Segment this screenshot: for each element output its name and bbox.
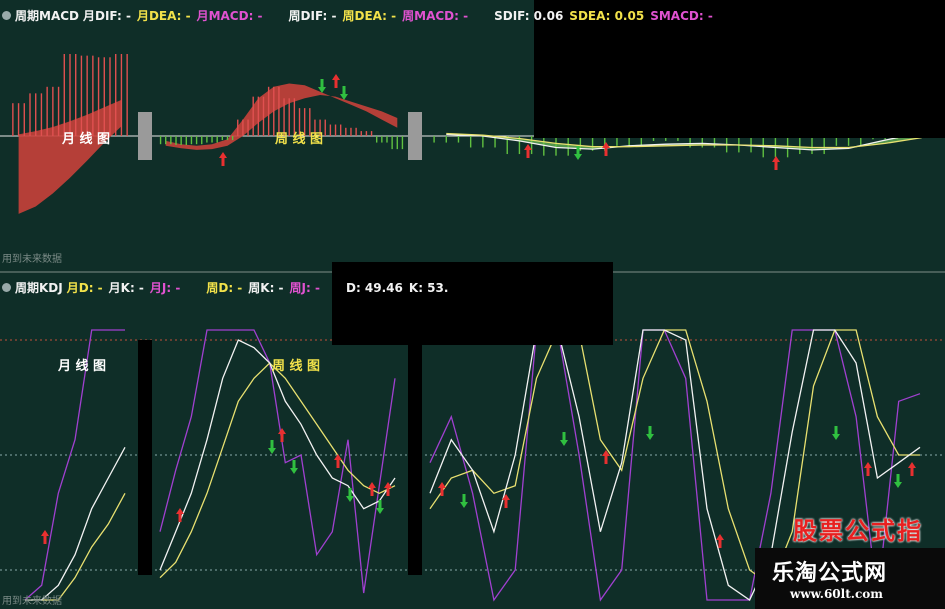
kdj-header-item-1: 月K: - — [108, 280, 144, 295]
macd-header-item-5: 周MACD: - — [402, 8, 469, 23]
kdj-separator-2 — [408, 345, 422, 575]
kdj-header-item-0: 月D: - — [66, 280, 103, 295]
macd-header-item-6: SDIF: 0.06 — [494, 8, 564, 23]
watermark-url: www.60lt.com — [790, 587, 883, 601]
macd-header-item-3: 周DIF: - — [288, 8, 337, 23]
month-kdj-label: 月 线 图 — [57, 358, 106, 374]
month-macd-label: 月 线 图 — [61, 131, 110, 147]
macd-header-item-4: 周DEA: - — [342, 8, 397, 23]
macd-header-item-7: SDEA: 0.05 — [569, 8, 645, 23]
week-kdj-label: 周 线 图 — [272, 358, 320, 374]
macd-header-items: 月DIF: - 月DEA: - 月MACD: - 周DIF: - 周DEA: - 周MAC… — [83, 7, 719, 24]
macd-separator-1 — [138, 112, 152, 160]
future-data-note-bottom: 用到未来数据 — [2, 596, 62, 607]
indicator-badge-icon — [2, 282, 11, 292]
kdj-header-item-7: K: 53. — [408, 280, 449, 295]
kdj-header-items: 月D: - 月K: - 月J: - 周D: - 周K: - 周J: - D: 49.46 K:… — [67, 279, 455, 296]
macd-header-item-2: 月MACD: - — [196, 8, 263, 23]
macd-header-item-8: SMACD: - — [650, 8, 713, 23]
kdj-separator-1 — [138, 340, 152, 575]
macd-header: 周期MACD 月DIF: - 月DEA: - 月MACD: - 周DIF: - 周DEA… — [0, 4, 723, 26]
watermark-title: 乐淘公式网 — [772, 560, 888, 586]
kdj-header-item-3: 周D: - — [206, 280, 243, 295]
kdj-header-item-6: D: 49.46 — [345, 280, 403, 295]
kdj-header: 周期KDJ 月D: - 月K: - 月J: - 周D: - 周K: - 周J: - D: 4… — [0, 276, 458, 298]
kdj-title: 周期KDJ — [15, 280, 63, 295]
occlusion-middle — [332, 262, 613, 345]
macd-header-item-1: 月DEA: - — [136, 8, 191, 23]
week-macd-label: 周 线 图 — [275, 131, 323, 147]
macd-header-item-0: 月DIF: - — [83, 8, 131, 23]
kdj-header-item-4: 周K: - — [248, 280, 284, 295]
kdj-header-item-2: 月J: - — [149, 280, 181, 295]
indicator-badge-icon — [2, 10, 11, 20]
kdj-header-item-5: 周J: - — [289, 280, 320, 295]
macd-separator-2 — [408, 112, 422, 160]
future-data-note-top: 用到未来数据 — [2, 254, 62, 265]
macd-title: 周期MACD — [15, 8, 79, 23]
